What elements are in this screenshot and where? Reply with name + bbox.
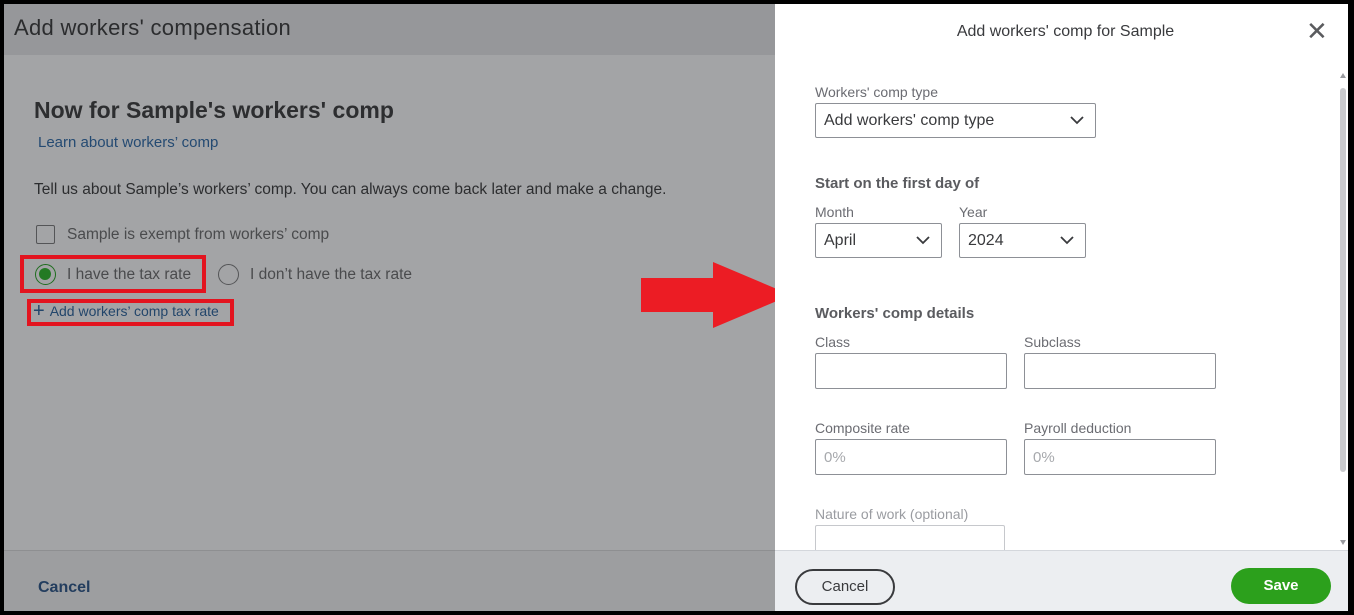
no-tax-rate-option[interactable]: I don’t have the tax rate (218, 264, 412, 285)
composite-rate-placeholder: 0% (824, 449, 846, 466)
comp-type-select[interactable]: Add workers' comp type (815, 103, 1096, 138)
subclass-label: Subclass (1024, 334, 1081, 350)
chevron-down-icon (1060, 236, 1074, 245)
page-cancel-button[interactable]: Cancel (38, 579, 90, 597)
comp-type-value: Add workers' comp type (824, 112, 995, 129)
chevron-down-icon (916, 236, 930, 245)
panel-cancel-button[interactable]: Cancel (795, 569, 895, 605)
close-icon[interactable]: ✕ (1306, 18, 1328, 44)
subclass-input[interactable] (1024, 353, 1216, 389)
month-select[interactable]: April (815, 223, 942, 258)
scrollbar-thumb[interactable] (1340, 88, 1346, 472)
highlight-box-tax-rate (20, 255, 206, 293)
scroll-up-icon[interactable] (1340, 73, 1346, 78)
payroll-deduction-placeholder: 0% (1033, 449, 1055, 466)
year-select[interactable]: 2024 (959, 223, 1086, 258)
page-title: Add workers' compensation (14, 15, 292, 40)
workers-comp-panel: Add workers' comp for Sample ✕ Workers' … (775, 4, 1348, 611)
month-label: Month (815, 204, 854, 220)
save-button[interactable]: Save (1231, 568, 1331, 604)
scroll-down-icon[interactable] (1340, 540, 1346, 545)
panel-footer: Cancel Save (775, 550, 1348, 611)
exempt-checkbox-row[interactable]: Sample is exempt from workers’ comp (36, 225, 329, 244)
class-label: Class (815, 334, 851, 350)
chevron-down-icon (1070, 116, 1084, 125)
nature-of-work-label: Nature of work (optional) (815, 506, 969, 522)
description-text: Tell us about Sample’s workers’ comp. Yo… (34, 181, 667, 198)
page-header: Add workers' compensation (4, 4, 775, 55)
details-heading: Workers' comp details (815, 305, 975, 322)
class-input[interactable] (815, 353, 1007, 389)
payroll-deduction-label: Payroll deduction (1024, 420, 1132, 436)
learn-about-workers-comp-link[interactable]: Learn about workers’ comp (38, 134, 218, 151)
panel-scrollbar[interactable] (1338, 70, 1348, 550)
comp-type-label: Workers' comp type (815, 84, 939, 100)
payroll-deduction-input[interactable]: 0% (1024, 439, 1216, 475)
screenshot-frame: Add workers' compensation Now for Sample… (4, 4, 1348, 611)
no-tax-rate-label: I don’t have the tax rate (250, 265, 412, 283)
page-footer: Cancel (4, 550, 775, 611)
composite-rate-label: Composite rate (815, 420, 910, 436)
start-date-heading: Start on the first day of (815, 175, 980, 192)
panel-title: Add workers' comp for Sample (956, 23, 1175, 40)
year-value: 2024 (968, 232, 1004, 249)
composite-rate-input[interactable]: 0% (815, 439, 1007, 475)
year-label: Year (959, 204, 988, 220)
exempt-label: Sample is exempt from workers’ comp (67, 225, 330, 243)
exempt-checkbox[interactable] (36, 225, 55, 244)
highlight-box-add-link (27, 299, 234, 326)
month-value: April (824, 232, 857, 249)
section-heading: Now for Sample's workers' comp (34, 97, 394, 123)
red-arrow-icon (641, 262, 791, 328)
no-tax-rate-radio[interactable] (218, 264, 239, 285)
